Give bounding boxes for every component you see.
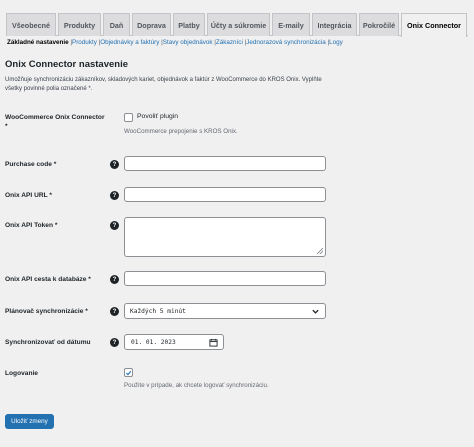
api-url-label: Onix API URL * xyxy=(5,192,52,199)
tab-doprava[interactable]: Doprava xyxy=(132,13,171,36)
api-url-input[interactable] xyxy=(124,187,326,202)
subnav-link-zakaznici[interactable]: Zákazníci xyxy=(216,39,243,46)
connector-note: WooCommerce prepojenie s KROS Onix. xyxy=(124,128,238,135)
subnav-link-produkty[interactable]: Produkty xyxy=(72,39,97,46)
subnav-link-logy[interactable]: Logy xyxy=(329,39,343,46)
tab-integracia[interactable]: Integrácia xyxy=(312,13,357,36)
tab-produkty[interactable]: Produkty xyxy=(58,13,101,36)
tab-ucty-a-sukromie[interactable]: Účty a súkromie xyxy=(207,13,270,36)
scheduler-select[interactable]: Každých 5 minút xyxy=(124,303,326,319)
logging-checkbox[interactable] xyxy=(124,368,133,377)
page-title: Onix Connector nastavenie xyxy=(5,59,129,70)
help-icon[interactable]: ? xyxy=(110,307,119,316)
db-path-input[interactable] xyxy=(124,271,326,286)
subnav-current: Základné nastavenie xyxy=(7,39,69,46)
purchase-code-input[interactable] xyxy=(124,156,326,171)
tab-dan[interactable]: Daň xyxy=(103,13,130,36)
section-subnav: Základné nastavenie |Produkty |Objednávk… xyxy=(7,39,343,46)
db-path-label: Onix API cesta k databáze * xyxy=(5,276,91,283)
chevron-down-icon xyxy=(312,309,319,314)
subnav-link-stavy[interactable]: Stavy objednávok xyxy=(163,39,213,46)
calendar-icon[interactable] xyxy=(209,338,218,347)
sync-date-label: Synchronizovať od dátumu xyxy=(5,339,91,346)
help-icon[interactable]: ? xyxy=(110,221,119,230)
tab-onix-connector[interactable]: Onix Connector xyxy=(401,13,467,37)
connector-label: WooCommerce Onix Connector * xyxy=(5,114,105,130)
tab-pokrocile[interactable]: Pokročilé xyxy=(359,13,399,36)
subnav-link-jednorazova[interactable]: Jednorazová synchronizácia xyxy=(246,39,325,46)
settings-tab-bar: Všeobecné Produkty Daň Doprava Platby Úč… xyxy=(6,13,468,37)
tab-platby[interactable]: Platby xyxy=(173,13,205,36)
resize-handle-icon[interactable] xyxy=(317,248,323,254)
page-description: Umožňuje synchronizáciu zákazníkov, skla… xyxy=(5,77,322,92)
scheduler-label: Plánovač synchronizácie * xyxy=(5,308,88,315)
help-icon[interactable]: ? xyxy=(110,338,119,347)
api-token-textarea[interactable] xyxy=(124,217,326,257)
api-token-label: Onix API Token * xyxy=(5,222,58,229)
sync-date-input[interactable]: 01. 01. 2023 xyxy=(124,334,224,350)
help-icon[interactable]: ? xyxy=(110,160,119,169)
scheduler-selected-value: Každých 5 minút xyxy=(130,307,186,315)
subnav-link-objednavky[interactable]: Objednávky a faktúry xyxy=(100,39,159,46)
logging-label: Logovanie xyxy=(5,370,38,377)
enable-plugin-checkbox[interactable] xyxy=(124,113,133,122)
sync-date-value: 01. 01. 2023 xyxy=(131,338,176,346)
help-icon[interactable]: ? xyxy=(110,275,119,284)
purchase-code-label: Purchase code * xyxy=(5,161,57,168)
help-icon[interactable]: ? xyxy=(110,191,119,200)
logging-note: Použite v prípade, ak chcete logovať syn… xyxy=(124,382,269,389)
save-button[interactable]: Uložiť zmeny xyxy=(5,414,54,429)
checkmark-icon xyxy=(125,370,132,375)
tab-vseobecne[interactable]: Všeobecné xyxy=(6,13,56,36)
enable-plugin-label[interactable]: Povoliť plugin xyxy=(137,113,178,120)
tab-e-maily[interactable]: E-maily xyxy=(272,13,310,36)
